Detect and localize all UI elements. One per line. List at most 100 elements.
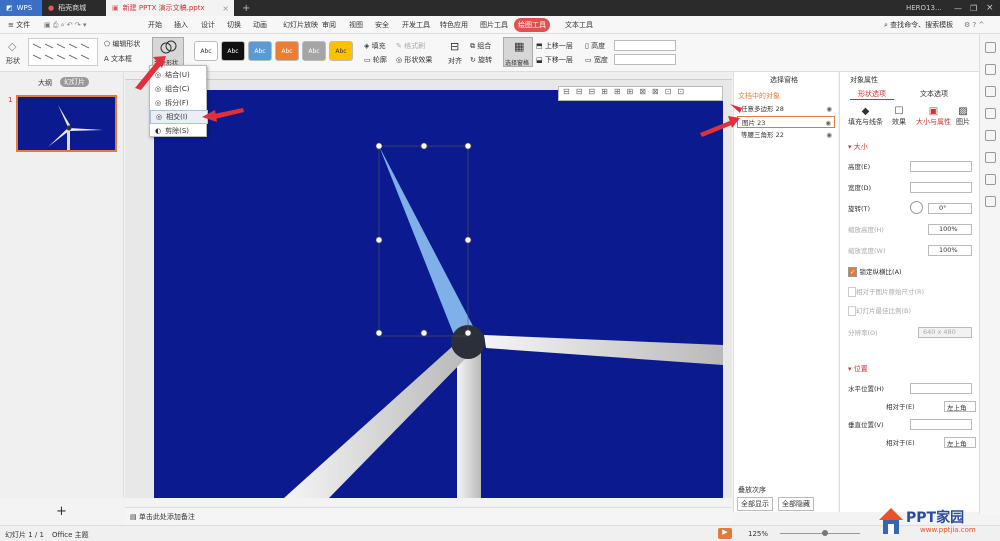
menu-item-8[interactable]: 安全 <box>371 18 393 32</box>
menu-item-0[interactable]: 开始 <box>144 18 166 32</box>
tab-shape-options[interactable]: 形状选项 <box>850 89 894 100</box>
shape-button[interactable]: 形状 <box>6 56 20 66</box>
style-preset-3[interactable]: Abc <box>275 41 299 61</box>
style-preset-1[interactable]: Abc <box>221 41 245 61</box>
prop-width-input[interactable] <box>910 182 972 193</box>
add-slide-button[interactable]: + <box>56 504 67 519</box>
style-preset-4[interactable]: Abc <box>302 41 326 61</box>
menu-item-7[interactable]: 视图 <box>345 18 367 32</box>
merge-option-1[interactable]: ◎ 组合(C) <box>150 82 208 96</box>
style-preset-2[interactable]: Abc <box>248 41 272 61</box>
visibility-eye-icon[interactable]: ◉ <box>826 103 832 115</box>
search-box[interactable]: ⌕ 查找命令、搜索模板 <box>880 18 957 32</box>
vpos-input[interactable] <box>910 419 972 430</box>
resolution-select[interactable]: 640 x 480 <box>918 327 972 338</box>
rotate-dial-icon[interactable] <box>910 201 923 214</box>
send-backward-button[interactable]: ⬓ 下移一层 <box>536 55 573 65</box>
menu-item-3[interactable]: 切换 <box>223 18 245 32</box>
align-button[interactable]: 对齐 <box>448 56 462 66</box>
best-scale-checkbox[interactable] <box>848 306 856 316</box>
float-align-toolbar[interactable]: ⊟⊟⊟⊞⊞⊞⊠⊠⊡⊡ <box>558 86 723 101</box>
bring-forward-button[interactable]: ⬒ 上移一层 <box>536 41 573 51</box>
user-name[interactable]: HERO13... <box>900 0 942 16</box>
menu-item-4[interactable]: 动画 <box>249 18 271 32</box>
style-preset-5[interactable]: Abc <box>329 41 353 61</box>
menu-item-2[interactable]: 设计 <box>197 18 219 32</box>
quick-access-toolbar[interactable]: ▣ ⎙ ⌕ ↶ ↷ ▾ <box>40 18 91 32</box>
shape-gallery[interactable] <box>28 38 98 66</box>
subtab-2[interactable]: ▣ 大小与属性 <box>916 106 951 127</box>
best-scale-row[interactable]: 幻灯片最佳比例(B) <box>848 305 976 317</box>
tab-text-options[interactable]: 文本选项 <box>912 89 956 99</box>
new-tab-button[interactable]: + <box>236 0 250 16</box>
lock-ratio-checkbox[interactable]: ✓ <box>848 267 858 277</box>
sidebar-tool-6-icon[interactable] <box>985 152 996 163</box>
subtab-1[interactable]: ☐ 效果 <box>892 106 906 127</box>
subtab-0[interactable]: ◆ 填充与线条 <box>848 106 883 127</box>
subtab-3[interactable]: ▨ 图片 <box>956 106 970 127</box>
merge-option-2[interactable]: ◎ 拆分(F) <box>150 96 208 110</box>
menu-item-11[interactable]: 图片工具 <box>476 18 512 32</box>
menu-item-13[interactable]: 文本工具 <box>561 18 597 32</box>
scaleh-input[interactable]: 100% <box>928 224 972 235</box>
ribbon-height-input[interactable] <box>614 40 676 51</box>
settings-icon[interactable]: ⚙ ? ^ <box>960 18 988 32</box>
outline-tab[interactable]: 大纲 <box>38 78 52 88</box>
sidebar-tool-2-icon[interactable] <box>985 64 996 75</box>
editing-canvas[interactable]: ⊟⊟⊟⊞⊞⊞⊠⊠⊡⊡ <box>125 72 732 498</box>
minimize-icon[interactable]: — <box>948 0 962 16</box>
menu-item-6[interactable]: 审阅 <box>318 18 340 32</box>
zoom-level[interactable]: 125% <box>748 530 768 538</box>
prop-rotate-input[interactable]: 0° <box>928 203 972 214</box>
menu-item-5[interactable]: 幻灯片放映 <box>279 18 322 32</box>
scalew-input[interactable]: 100% <box>928 245 972 256</box>
zoom-slider-handle[interactable] <box>822 530 828 536</box>
fill-button[interactable]: ◈ 填充 <box>364 41 386 51</box>
vrel-select[interactable]: 左上角 <box>944 437 976 448</box>
format-brush-button[interactable]: ✎ 格式刷 <box>396 41 425 51</box>
visibility-eye-icon[interactable]: ◉ <box>825 117 831 129</box>
sidebar-tool-1-icon[interactable] <box>985 42 996 53</box>
sidebar-tool-3-icon[interactable] <box>985 86 996 97</box>
sidebar-tool-5-icon[interactable] <box>985 130 996 141</box>
merge-option-3[interactable]: ◎ 相交(I) <box>150 110 208 124</box>
hrel-select[interactable]: 左上角 <box>944 401 976 412</box>
selection-pane-button[interactable]: ▦ 选择窗格 <box>503 37 533 67</box>
rel-original-row[interactable]: 相对于图片原始尺寸(R) <box>848 286 976 298</box>
hide-all-button[interactable]: 全部隐藏 <box>778 497 814 511</box>
ribbon-width-input[interactable] <box>614 54 676 65</box>
slides-tab[interactable]: 幻灯片 <box>60 77 89 87</box>
show-all-button[interactable]: 全部显示 <box>737 497 773 511</box>
notes-bar[interactable]: ▤ 单击此处添加备注 <box>125 507 732 525</box>
sidebar-tool-7-icon[interactable] <box>985 174 996 185</box>
outline-button[interactable]: ▭ 轮廓 <box>364 55 387 65</box>
object-item-1[interactable]: 图片 23 ◉ <box>737 116 835 128</box>
menu-item-12[interactable]: 绘图工具 <box>514 18 550 32</box>
object-item-0[interactable]: 任意多边形 28 ◉ <box>737 103 835 115</box>
slide[interactable] <box>154 90 723 498</box>
visibility-eye-icon[interactable]: ◉ <box>826 129 832 141</box>
wind-turbine-image[interactable] <box>154 90 723 498</box>
file-menu[interactable]: ≡ 文件 <box>4 18 34 32</box>
rel-original-checkbox[interactable] <box>848 287 856 297</box>
slide-thumbnail[interactable] <box>16 95 117 152</box>
notes-placeholder[interactable]: ▤ 单击此处添加备注 <box>130 512 195 522</box>
group-button[interactable]: ⧉ 组合 <box>470 41 491 51</box>
merge-option-0[interactable]: ◎ 结合(U) <box>150 68 208 82</box>
merge-option-4[interactable]: ◐ 剪除(S) <box>150 124 208 138</box>
sidebar-tool-8-icon[interactable] <box>985 196 996 207</box>
object-item-2[interactable]: 等腰三角形 22 ◉ <box>737 129 835 141</box>
sidebar-tool-4-icon[interactable] <box>985 108 996 119</box>
prop-height-input[interactable] <box>910 161 972 172</box>
style-preset-0[interactable]: Abc <box>194 41 218 61</box>
shape-effect-button[interactable]: ◎ 形状效果 <box>396 55 432 65</box>
tab-store[interactable]: ● 稻壳商城 <box>42 0 104 16</box>
lock-ratio-row[interactable]: ✓ 锁定纵横比(A) <box>848 266 976 278</box>
play-slideshow-icon[interactable]: ▶ <box>718 528 732 539</box>
textbox-button[interactable]: A 文本框 <box>104 54 132 64</box>
wps-tab[interactable]: ◩ WPS <box>0 0 42 16</box>
merge-shape-button[interactable]: 合并形状 <box>152 37 184 67</box>
close-window-icon[interactable]: × <box>980 0 994 16</box>
maximize-icon[interactable]: ❐ <box>964 0 977 16</box>
menu-item-1[interactable]: 插入 <box>170 18 192 32</box>
